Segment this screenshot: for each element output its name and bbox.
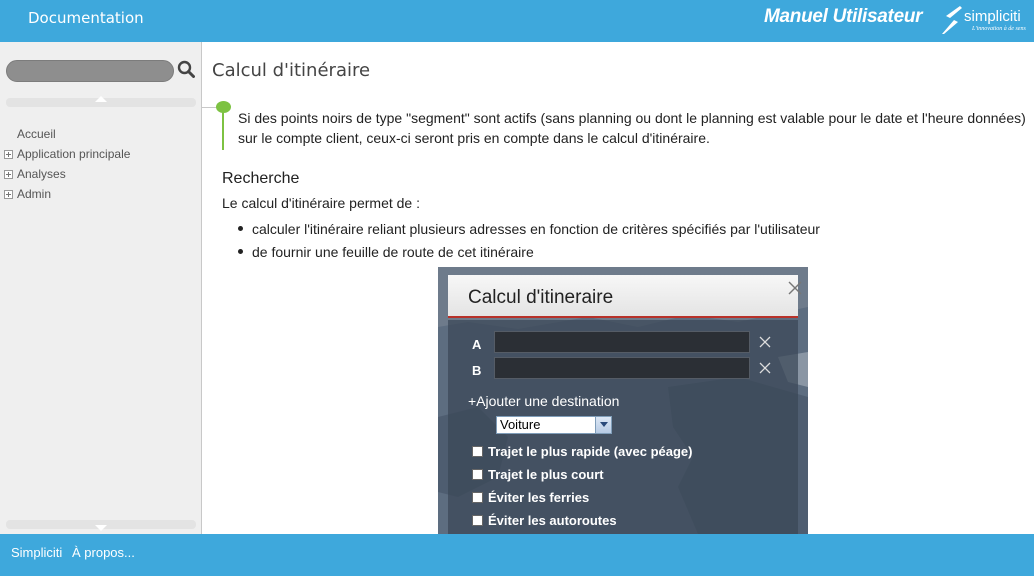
logo-tagline: L'innovation à de sens bbox=[972, 26, 1026, 32]
nav-item-admin[interactable]: Admin bbox=[0, 184, 200, 204]
nav-item-accueil[interactable]: Accueil bbox=[0, 124, 200, 144]
list-item: de fournir une feuille de route de cet i… bbox=[238, 243, 820, 266]
add-destination-link[interactable]: +Ajouter une destination bbox=[468, 393, 619, 409]
vehicle-select[interactable]: Voiture bbox=[496, 416, 612, 434]
chevron-down-icon bbox=[95, 525, 107, 531]
nav-item-label: Application principale bbox=[17, 147, 131, 161]
logo-text: simpliciti bbox=[964, 8, 1021, 25]
checkbox[interactable] bbox=[472, 446, 483, 457]
checkbox[interactable] bbox=[472, 515, 483, 526]
clear-b-icon[interactable] bbox=[759, 362, 771, 374]
nav-item-label: Analyses bbox=[17, 167, 66, 181]
dialog-body: A B +Ajouter une destination Voiture Tra… bbox=[448, 320, 798, 534]
dialog-header: Calcul d'itineraire bbox=[448, 275, 802, 318]
search-icon[interactable] bbox=[177, 60, 195, 78]
header-title[interactable]: Documentation bbox=[28, 9, 144, 27]
nav-item-label: Accueil bbox=[17, 127, 56, 141]
checkbox[interactable] bbox=[472, 492, 483, 503]
scroll-down-button[interactable] bbox=[6, 520, 196, 531]
intro-text: Le calcul d'itinéraire permet de : bbox=[222, 195, 420, 211]
nav-item-application-principale[interactable]: Application principale bbox=[0, 144, 200, 164]
chevron-down-icon[interactable] bbox=[595, 417, 611, 433]
simpliciti-logo[interactable]: simpliciti L'innovation à de sens bbox=[938, 4, 1030, 38]
note-bar bbox=[222, 112, 224, 150]
footer-link-about[interactable]: À propos... bbox=[72, 545, 135, 560]
point-b-label: B bbox=[472, 363, 482, 378]
section-heading: Recherche bbox=[222, 170, 300, 187]
clear-a-icon[interactable] bbox=[759, 336, 771, 348]
point-a-label: A bbox=[472, 337, 482, 352]
manual-title: Manuel Utilisateur bbox=[764, 6, 923, 27]
nav-item-label: Admin bbox=[17, 187, 52, 201]
footer-link-simpliciti[interactable]: Simpliciti bbox=[11, 545, 62, 560]
bullet-list: calculer l'itinéraire reliant plusieurs … bbox=[238, 220, 820, 266]
expand-plus-icon[interactable] bbox=[4, 190, 13, 199]
nav-item-analyses[interactable]: Analyses bbox=[0, 164, 200, 184]
page-title: Calcul d'itinéraire bbox=[212, 60, 371, 81]
logo-s-icon bbox=[942, 6, 962, 34]
close-icon[interactable] bbox=[787, 280, 803, 296]
bullet-icon bbox=[238, 249, 243, 254]
dialog-title: Calcul d'itineraire bbox=[468, 287, 614, 308]
bullet-icon bbox=[238, 226, 243, 231]
expand-plus-icon[interactable] bbox=[4, 170, 13, 179]
main-content: Calcul d'itinéraire Si des points noirs … bbox=[202, 42, 1034, 534]
point-b-input[interactable] bbox=[494, 357, 750, 379]
search-input[interactable] bbox=[6, 60, 174, 82]
expand-plus-icon[interactable] bbox=[4, 150, 13, 159]
point-a-input[interactable] bbox=[494, 331, 750, 353]
nav-tree: Accueil Application principale Analyses … bbox=[0, 124, 200, 204]
top-bar: Documentation Manuel Utilisateur simplic… bbox=[0, 0, 1034, 42]
route-dialog-screenshot: Calcul d'itineraire A B +Ajouter une des… bbox=[438, 267, 808, 534]
sidebar: Accueil Application principale Analyses … bbox=[0, 42, 202, 534]
info-note: Si des points noirs de type "segment" so… bbox=[238, 110, 1026, 146]
list-item: calculer l'itinéraire reliant plusieurs … bbox=[238, 220, 820, 243]
scroll-up-button[interactable] bbox=[6, 96, 196, 107]
chevron-up-icon bbox=[95, 96, 107, 102]
bottom-bar: Simpliciti À propos... bbox=[0, 534, 1034, 576]
checkbox[interactable] bbox=[472, 469, 483, 480]
